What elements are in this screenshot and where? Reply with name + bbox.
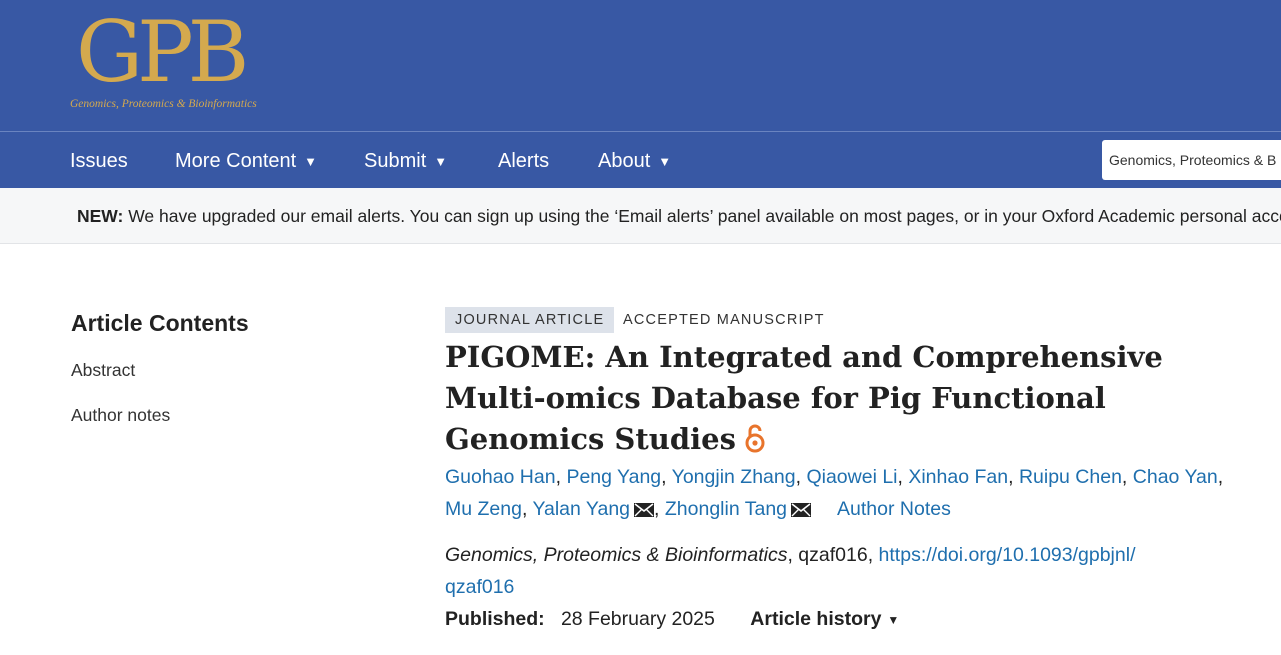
author-link[interactable]: Yongjin Zhang (672, 466, 796, 488)
author-link[interactable]: Mu Zeng (445, 498, 522, 520)
author-link[interactable]: Peng Yang (566, 466, 661, 488)
site-header: GPB Genomics, Proteomics & Bioinformatic… (0, 0, 1281, 131)
envelope-icon[interactable] (791, 495, 812, 527)
article-history-toggle[interactable]: Article history ▼ (750, 608, 899, 630)
nav-more-content-label: More Content (175, 150, 297, 172)
published-date: 28 February 2025 (560, 608, 715, 630)
article-history-label: Article history (750, 608, 882, 630)
caret-down-icon: ▼ (434, 154, 448, 169)
article-title: PIGOME: An Integrated and Comprehensive … (445, 337, 1235, 464)
citation: Genomics, Proteomics & Bioinformatics, q… (445, 544, 1136, 598)
nav-issues-label: Issues (70, 150, 128, 172)
nav-more-content[interactable]: More Content ▼ (175, 132, 317, 188)
notice-message: We have upgraded our email alerts. You c… (128, 206, 1281, 226)
author-link[interactable]: Guohao Han (445, 466, 556, 488)
journal-logo[interactable]: GPB Genomics, Proteomics & Bioinformatic… (70, 8, 280, 118)
author-link[interactable]: Qiaowei Li (806, 466, 897, 488)
journal-name: Genomics, Proteomics & Bioinformatics (445, 544, 788, 566)
author-link[interactable]: Yalan Yang (532, 498, 630, 520)
envelope-icon[interactable] (634, 495, 655, 527)
nav-about[interactable]: About ▼ (598, 132, 671, 188)
author-notes-link[interactable]: Author Notes (837, 498, 951, 520)
logo-mark: GPB (76, 3, 249, 101)
doi-link-part2: qzaf016 (445, 576, 515, 598)
open-access-icon (744, 423, 766, 464)
article-title-text: PIGOME: An Integrated and Comprehensive … (445, 340, 1163, 456)
article-contents-title: Article Contents (71, 310, 249, 336)
author-list: Guohao Han, Peng Yang, Yongjin Zhang, Qi… (445, 461, 1235, 527)
notice-banner: NEW: We have upgraded our email alerts. … (0, 188, 1281, 244)
article-type-badge: JOURNAL ARTICLE (445, 307, 615, 333)
article-id: qzaf016 (798, 544, 868, 566)
toc-item-author-notes[interactable]: Author notes (71, 405, 170, 426)
main-nav: Issues More Content ▼ Submit ▼ Alerts Abou… (0, 132, 1281, 188)
notice-label: NEW: (77, 206, 124, 226)
caret-down-icon: ▼ (304, 154, 318, 169)
published-label: Published: (445, 608, 545, 630)
doi-link-part1: https://doi.org/10.1093/gpbjnl/ (878, 544, 1136, 566)
caret-down-icon: ▼ (887, 613, 900, 627)
article-status: ACCEPTED MANUSCRIPT (623, 312, 825, 328)
author-link[interactable]: Ruipu Chen (1019, 466, 1122, 488)
journal-search-select[interactable]: Genomics, Proteomics & B (1102, 140, 1281, 180)
logo-subtitle: Genomics, Proteomics & Bioinformatics (70, 98, 257, 110)
nav-issues[interactable]: Issues (70, 132, 128, 188)
author-link[interactable]: Zhonglin Tang (665, 498, 787, 520)
nav-submit[interactable]: Submit ▼ (364, 132, 447, 188)
toc-item-abstract[interactable]: Abstract (71, 360, 135, 381)
nav-about-label: About (598, 150, 651, 172)
author-link[interactable]: Xinhao Fan (908, 466, 1008, 488)
nav-submit-label: Submit (364, 150, 427, 172)
caret-down-icon: ▼ (658, 154, 672, 169)
notice-text: NEW: We have upgraded our email alerts. … (77, 188, 1281, 244)
author-link[interactable]: Chao Yan (1133, 466, 1218, 488)
nav-alerts-label: Alerts (498, 150, 550, 172)
publication-info: Published: 28 February 2025 Article hist… (445, 604, 899, 635)
nav-alerts[interactable]: Alerts (498, 132, 549, 188)
